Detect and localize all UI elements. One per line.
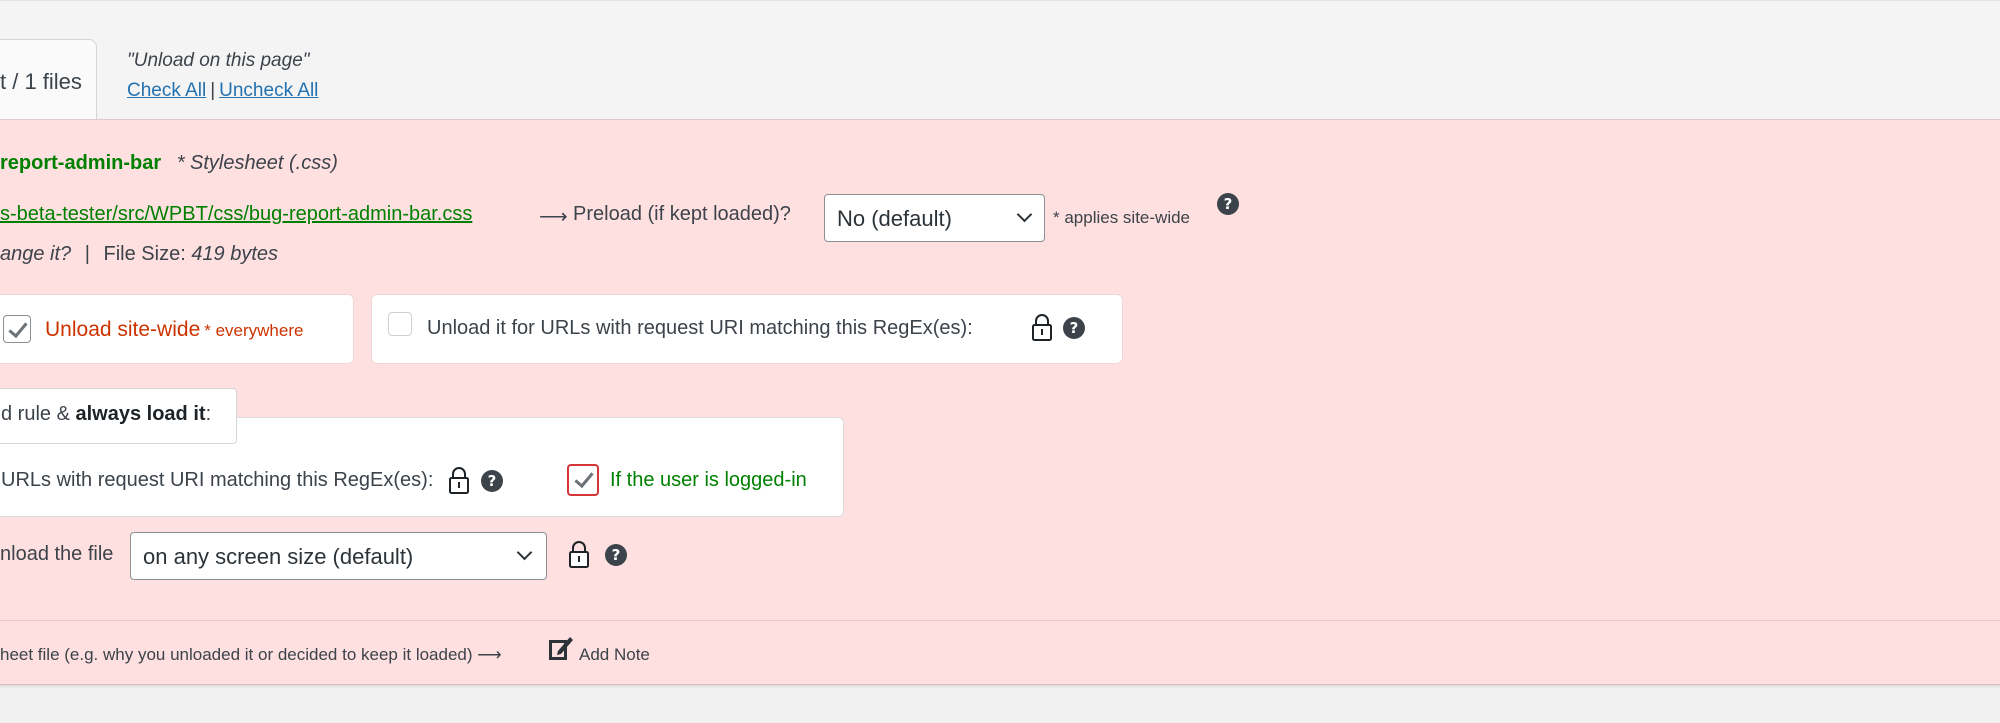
load-exception-colon: : [205, 403, 212, 425]
check-links: Check All | Uncheck All [127, 80, 318, 102]
files-tab-label: t / 1 files [0, 69, 82, 94]
unload-regex-help-icon[interactable]: ? [1063, 317, 1085, 339]
preload-help-icon[interactable]: ? [1217, 193, 1239, 215]
asset-handle-line: report-admin-bar * Stylesheet (.css) [0, 152, 338, 175]
asset-src-link[interactable]: s-beta-tester/src/WPBT/css/bug-report-ad… [0, 203, 472, 226]
unload-sitewide-checkbox[interactable] [3, 315, 31, 343]
links-separator: | [210, 80, 216, 101]
file-size-value: 419 bytes [191, 243, 279, 265]
logged-in-label[interactable]: If the user is logged-in [610, 469, 807, 492]
lock-icon[interactable] [568, 540, 590, 568]
asset-type: * Stylesheet (.css) [176, 152, 338, 174]
asset-handle: report-admin-bar [0, 152, 162, 174]
screen-size-select[interactable]: on any screen size (default) [130, 532, 547, 580]
load-exception-header: d rule & always load it: [0, 388, 237, 444]
screen-size-help-icon[interactable]: ? [605, 544, 627, 566]
unload-regex-label[interactable]: Unload it for URLs with request URI matc… [427, 317, 973, 340]
load-regex-label[interactable]: URLs with request URI matching this RegE… [1, 469, 433, 492]
change-it-text: ange it? [0, 243, 72, 265]
file-size-label: File Size: [103, 243, 186, 265]
file-size-separator: | [84, 243, 90, 265]
preload-label: Preload (if kept loaded)? [573, 203, 791, 225]
add-note-button[interactable]: Add Note [579, 645, 650, 665]
load-exception-prefix: d rule & [1, 403, 70, 425]
file-size-line: ange it? | File Size: 419 bytes [0, 243, 278, 266]
chevron-down-icon [516, 544, 533, 561]
screen-size-label: nload the file [0, 543, 114, 565]
always-load-text: always load it [75, 403, 206, 425]
screen-size-value: on any screen size (default) [143, 544, 414, 569]
unload-regex-card: Unload it for URLs with request URI matc… [371, 294, 1123, 364]
everywhere-note: * everywhere [204, 321, 304, 340]
logged-in-checkbox[interactable] [567, 464, 599, 496]
unload-on-page-hint: "Unload on this page" [127, 50, 310, 71]
preload-select[interactable]: No (default) [824, 194, 1045, 242]
unload-sitewide-card: Unload site-wide * everywhere [0, 294, 354, 364]
unload-sitewide-text: Unload site-wide [45, 318, 201, 341]
load-regex-help-icon[interactable]: ? [481, 470, 503, 492]
uncheck-all-link[interactable]: Uncheck All [219, 80, 318, 101]
note-strip: heet file (e.g. why you unloaded it or d… [0, 620, 2000, 684]
preload-select-value: No (default) [837, 206, 952, 231]
asset-row-panel: report-admin-bar * Stylesheet (.css) s-b… [0, 119, 2000, 685]
load-exception-title: d rule & always load it: [1, 403, 211, 426]
asset-src-line: s-beta-tester/src/WPBT/css/bug-report-ad… [0, 194, 1300, 242]
note-description: heet file (e.g. why you unloaded it or d… [0, 645, 502, 664]
unload-regex-checkbox[interactable] [388, 312, 412, 336]
assets-header-band: t / 1 files "Unload on this page" Check … [0, 0, 2000, 123]
arrow-icon: ⟶ [539, 206, 568, 228]
edit-note-icon[interactable] [548, 634, 574, 662]
chevron-down-icon [1016, 206, 1033, 223]
lock-icon[interactable] [1031, 313, 1053, 341]
unload-sitewide-label[interactable]: Unload site-wide * everywhere [45, 318, 303, 342]
check-all-link[interactable]: Check All [127, 80, 206, 101]
lock-icon[interactable] [448, 466, 470, 494]
preload-sitewide-note: * applies site-wide [1053, 208, 1191, 227]
